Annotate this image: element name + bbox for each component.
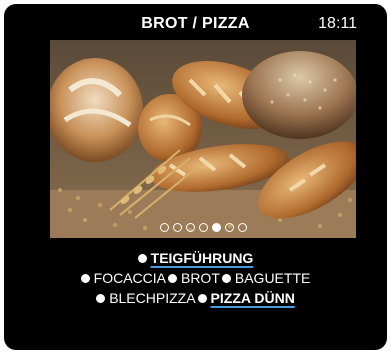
menu-row: FOCACCIA BROT BAGUETTE xyxy=(4,268,387,288)
menu-item-label: TEIGFÜHRUNG xyxy=(150,250,254,266)
menu: TEIGFÜHRUNG FOCACCIA BROT BAGUETTE BLECHPIZZ… xyxy=(4,248,387,308)
menu-item-label: FOCACCIA xyxy=(93,270,166,286)
carousel-dot[interactable] xyxy=(172,223,182,232)
menu-item-label: PIZZA DÜNN xyxy=(210,290,295,306)
bullet-icon xyxy=(197,294,207,303)
menu-item[interactable]: BROT xyxy=(167,268,220,288)
carousel-dot[interactable] xyxy=(159,223,169,232)
menu-item-label: BAGUETTE xyxy=(234,270,311,286)
bullet-icon xyxy=(167,274,177,283)
menu-item[interactable]: BLECHPIZZA xyxy=(96,288,196,308)
menu-item[interactable]: BAGUETTE xyxy=(221,268,311,288)
menu-item-label: BLECHPIZZA xyxy=(109,290,196,306)
menu-item[interactable]: TEIGFÜHRUNG xyxy=(137,248,254,268)
device-screen: BROT / PIZZA 18:11 TEIGFÜHRUNG FOCACCIA … xyxy=(4,4,387,350)
menu-item-label: BROT xyxy=(180,270,220,286)
bullet-icon xyxy=(80,274,90,283)
header-bar: BROT / PIZZA 18:11 xyxy=(4,4,387,44)
bread-photo[interactable] xyxy=(50,40,356,238)
carousel-dot[interactable] xyxy=(198,223,208,232)
clock: 18:11 xyxy=(318,15,357,32)
menu-row: BLECHPIZZA PIZZA DÜNN xyxy=(4,288,387,308)
bullet-icon xyxy=(137,254,147,263)
bread-illustration xyxy=(50,40,356,238)
carousel-dot[interactable] xyxy=(185,223,195,232)
carousel-dot[interactable] xyxy=(224,223,234,232)
menu-row: TEIGFÜHRUNG xyxy=(4,248,387,268)
menu-item[interactable]: PIZZA DÜNN xyxy=(197,288,295,308)
menu-item[interactable]: FOCACCIA xyxy=(80,268,166,288)
carousel-dot[interactable] xyxy=(211,223,221,232)
bullet-icon xyxy=(221,274,231,283)
carousel-indicator[interactable] xyxy=(50,223,356,232)
bullet-icon xyxy=(96,294,106,303)
carousel-dot[interactable] xyxy=(237,223,247,232)
